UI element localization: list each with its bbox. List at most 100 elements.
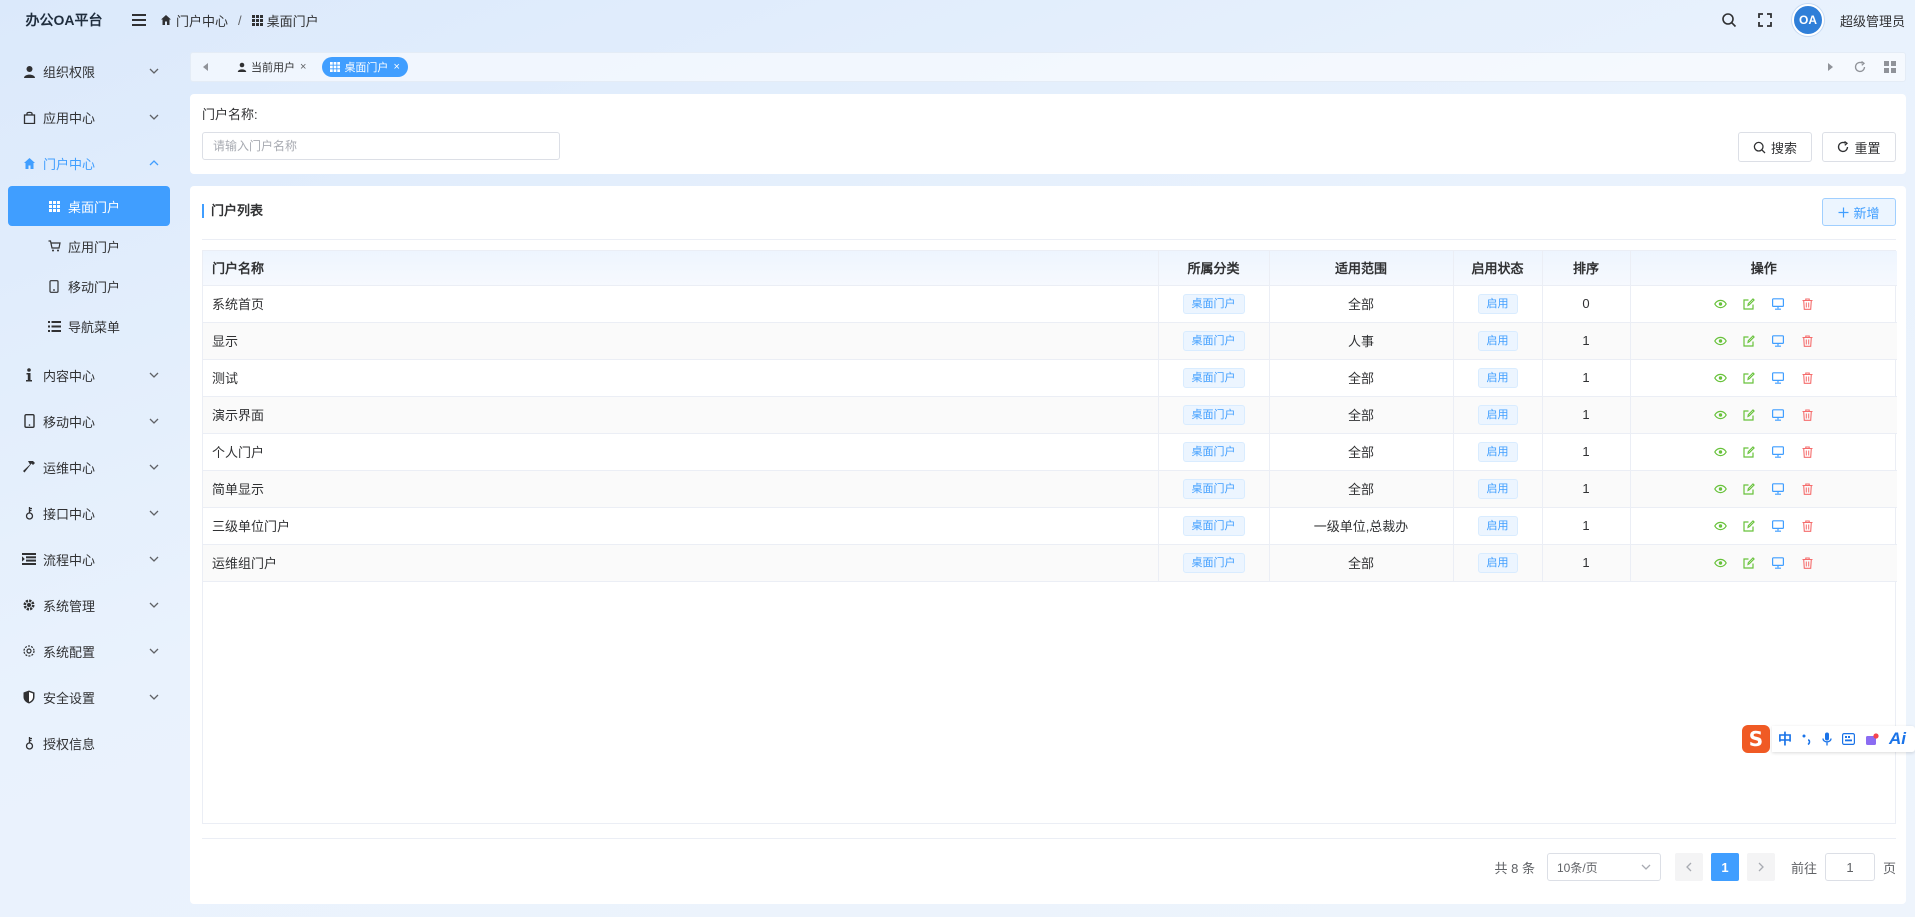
view-icon[interactable]: [1713, 519, 1727, 533]
delete-icon[interactable]: [1800, 408, 1814, 422]
design-monitor-icon[interactable]: [1771, 371, 1785, 385]
search-button[interactable]: 搜索: [1738, 132, 1812, 162]
tab-current-user[interactable]: 当前用户 ×: [229, 57, 314, 77]
table-row[interactable]: 三级单位门户 桌面门户 一级单位,总裁办 启用 1: [203, 507, 1897, 545]
cell-actions: [1630, 285, 1897, 323]
sidebar-item-label: 门户中心: [43, 156, 96, 172]
ime-language-toggle[interactable]: 中: [1778, 729, 1792, 749]
sidebar-item-desktop-portal[interactable]: 桌面门户: [8, 186, 170, 226]
ime-ai-button[interactable]: Ai: [1889, 729, 1906, 749]
table-row[interactable]: 个人门户 桌面门户 全部 启用 1: [203, 433, 1897, 471]
delete-icon[interactable]: [1800, 556, 1814, 570]
design-monitor-icon[interactable]: [1771, 297, 1785, 311]
fullscreen-icon[interactable]: [1754, 9, 1776, 31]
view-icon[interactable]: [1713, 482, 1727, 496]
refresh-icon[interactable]: [1845, 53, 1875, 81]
avatar[interactable]: OA: [1791, 4, 1824, 36]
view-icon[interactable]: [1713, 445, 1727, 459]
delete-icon[interactable]: [1800, 334, 1814, 348]
table-row[interactable]: 简单显示 桌面门户 全部 启用 1: [203, 470, 1897, 508]
view-icon[interactable]: [1713, 556, 1727, 570]
design-monitor-icon[interactable]: [1771, 445, 1785, 459]
view-icon[interactable]: [1713, 334, 1727, 348]
edit-icon[interactable]: [1742, 556, 1756, 570]
sidebar-item-mobile-center[interactable]: 移动中心: [0, 398, 178, 444]
goto-page-input[interactable]: [1824, 853, 1875, 881]
design-monitor-icon[interactable]: [1771, 556, 1785, 570]
add-button[interactable]: 新增: [1822, 198, 1896, 226]
edit-icon[interactable]: [1742, 445, 1756, 459]
delete-icon[interactable]: [1800, 445, 1814, 459]
grid-icon: [330, 62, 341, 72]
ime-logo[interactable]: S: [1742, 725, 1770, 753]
edit-icon[interactable]: [1742, 334, 1756, 348]
sidebar-item-app-portal[interactable]: 应用门户: [8, 226, 170, 266]
sidebar-item-portal-center[interactable]: 门户中心: [0, 140, 178, 186]
table-row[interactable]: 运维组门户 桌面门户 全部 启用 1: [203, 544, 1897, 582]
sidebar-item-license-info[interactable]: 授权信息: [0, 720, 178, 766]
next-page-button[interactable]: [1746, 853, 1775, 881]
category-tag: 桌面门户: [1182, 552, 1245, 573]
edit-icon[interactable]: [1742, 482, 1756, 496]
skin-icon[interactable]: [1865, 732, 1879, 746]
table-row[interactable]: 显示 桌面门户 人事 启用 1: [203, 322, 1897, 360]
submenu-portal-center: 桌面门户 应用门户 移动门户 导航菜单: [0, 186, 178, 352]
tabs-scroll-right-icon[interactable]: [1815, 53, 1845, 81]
view-icon[interactable]: [1713, 371, 1727, 385]
page-size-select[interactable]: 10条/页: [1546, 853, 1661, 881]
edit-icon[interactable]: [1742, 408, 1756, 422]
cell-order: 0: [1542, 285, 1631, 323]
page-number-button[interactable]: 1: [1710, 853, 1739, 881]
edit-icon[interactable]: [1742, 297, 1756, 311]
tab-close-icon[interactable]: ×: [300, 61, 306, 73]
sidebar-item-api-center[interactable]: 接口中心: [0, 490, 178, 536]
cell-actions: [1630, 470, 1897, 508]
edit-icon[interactable]: [1742, 519, 1756, 533]
sidebar-item-app-center[interactable]: 应用中心: [0, 94, 178, 140]
menu-toggle-icon[interactable]: [128, 9, 150, 31]
view-icon[interactable]: [1713, 297, 1727, 311]
design-monitor-icon[interactable]: [1771, 334, 1785, 348]
sidebar-item-nav-menu[interactable]: 导航菜单: [8, 306, 170, 346]
table-row[interactable]: 演示界面 桌面门户 全部 启用 1: [203, 396, 1897, 434]
chevron-down-icon: [148, 461, 160, 473]
username[interactable]: 超级管理员: [1840, 11, 1905, 30]
tabs-menu-icon[interactable]: [1875, 53, 1905, 81]
sidebar-item-content-center[interactable]: 内容中心: [0, 352, 178, 398]
tabs-scroll-left-icon[interactable]: [191, 53, 221, 81]
sidebar-item-system-management[interactable]: 系统管理: [0, 582, 178, 628]
portal-name-input[interactable]: [202, 132, 560, 160]
phone-icon: [47, 279, 61, 293]
punctuation-icon[interactable]: [1802, 733, 1812, 745]
delete-icon[interactable]: [1800, 371, 1814, 385]
tab-close-icon[interactable]: ×: [393, 61, 399, 73]
delete-icon[interactable]: [1800, 519, 1814, 533]
edit-icon[interactable]: [1742, 371, 1756, 385]
design-monitor-icon[interactable]: [1771, 519, 1785, 533]
sidebar-item-org-permissions[interactable]: 组织权限: [0, 48, 178, 94]
design-monitor-icon[interactable]: [1771, 482, 1785, 496]
reset-button[interactable]: 重置: [1822, 132, 1896, 162]
portal-name-label: 门户名称:: [202, 107, 258, 122]
table-row[interactable]: 系统首页 桌面门户 全部 启用 0: [203, 285, 1897, 323]
microphone-icon[interactable]: [1822, 732, 1832, 746]
ime-toolbar[interactable]: S 中 Ai: [1742, 724, 1915, 754]
delete-icon[interactable]: [1800, 297, 1814, 311]
sidebar-item-mobile-portal[interactable]: 移动门户: [8, 266, 170, 306]
cell-actions: [1630, 396, 1897, 434]
sidebar-item-system-config[interactable]: 系统配置: [0, 628, 178, 674]
delete-icon[interactable]: [1800, 482, 1814, 496]
tabs-bar: 当前用户 × 桌面门户 ×: [190, 52, 1906, 82]
breadcrumb-item-portal-center[interactable]: 门户中心: [176, 11, 228, 30]
design-monitor-icon[interactable]: [1771, 408, 1785, 422]
prev-page-button[interactable]: [1674, 853, 1703, 881]
view-icon[interactable]: [1713, 408, 1727, 422]
search-icon[interactable]: [1718, 9, 1740, 31]
cell-status: 启用: [1453, 285, 1543, 323]
tab-desktop-portal[interactable]: 桌面门户 ×: [322, 57, 408, 77]
sidebar-item-security-settings[interactable]: 安全设置: [0, 674, 178, 720]
sidebar-item-process-center[interactable]: 流程中心: [0, 536, 178, 582]
table-row[interactable]: 测试 桌面门户 全部 启用 1: [203, 359, 1897, 397]
keyboard-icon[interactable]: [1842, 733, 1855, 745]
sidebar-item-ops-center[interactable]: 运维中心: [0, 444, 178, 490]
